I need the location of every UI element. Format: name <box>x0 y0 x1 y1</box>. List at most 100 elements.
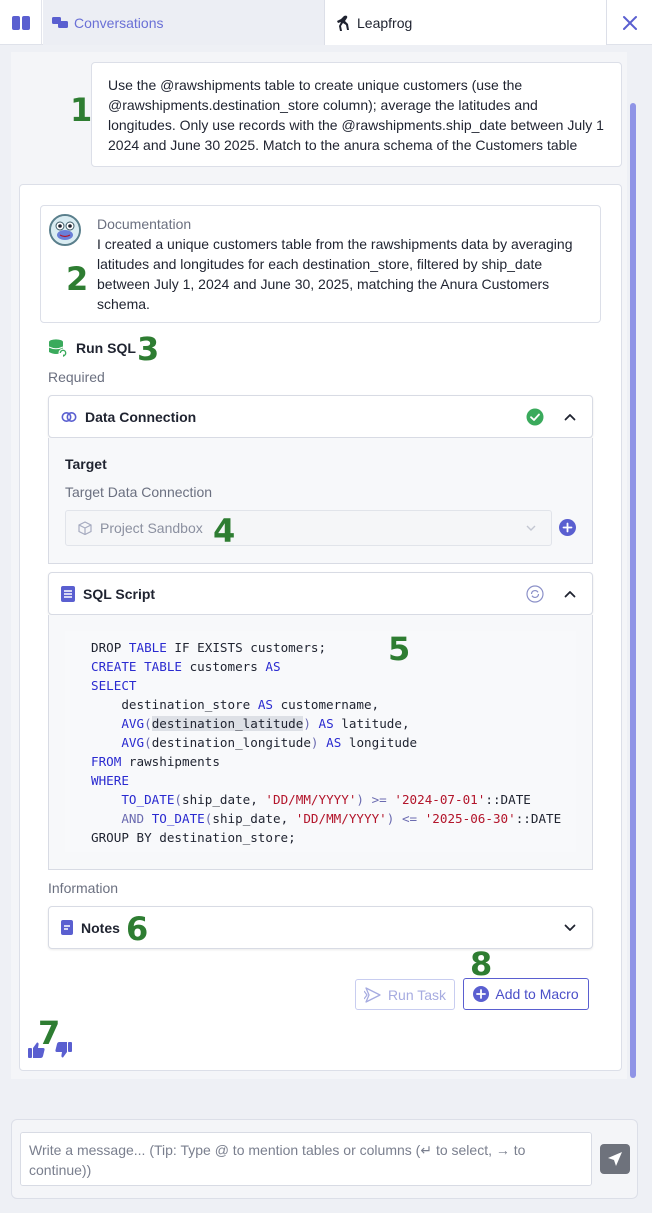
user-message: Use the @rawshipments table to create un… <box>91 62 622 167</box>
tab-leapfrog[interactable]: Leapfrog <box>325 0 607 45</box>
code-token: AS <box>318 716 334 731</box>
code-token: ) <box>303 716 311 731</box>
target-label: Target <box>65 456 107 472</box>
conversations-icon <box>52 16 68 28</box>
code-line: AVG(destination_latitude) AS latitude, <box>65 714 576 733</box>
code-token: FROM <box>91 754 122 769</box>
code-line: FROM rawshipments <box>65 752 576 771</box>
chevron-down-icon <box>526 525 536 531</box>
step-marker-6: 6 <box>126 910 149 948</box>
chevron-down-icon[interactable] <box>564 924 576 932</box>
code-token: ( <box>144 716 152 731</box>
add-connection-icon[interactable] <box>559 519 576 536</box>
step-marker-1: 1 <box>70 91 93 129</box>
code-line: AND TO_DATE(ship_date, 'DD/MM/YYYY') <= … <box>65 809 576 828</box>
documentation-text: I created a unique customers table from … <box>97 236 573 312</box>
code-token: ship_date, <box>182 792 266 807</box>
code-token: CREATE <box>91 659 137 674</box>
code-token: DROP <box>91 640 129 655</box>
code-token: AVG <box>121 716 145 731</box>
task-title: Run SQL <box>48 338 136 358</box>
scrollbar-thumb[interactable] <box>630 103 636 1078</box>
code-token: SELECT <box>91 678 137 693</box>
code-token: AS <box>257 697 273 712</box>
sql-code-editor[interactable]: DROP TABLE IF EXISTS customers; CREATE TA… <box>65 631 576 852</box>
code-token: customername, <box>272 697 380 712</box>
check-circle-icon <box>526 408 544 425</box>
code-token: ( <box>174 792 183 807</box>
code-line: TO_DATE(ship_date, 'DD/MM/YYYY') >= '202… <box>65 790 576 809</box>
thumbs-up-icon[interactable] <box>28 1042 45 1058</box>
code-line: GROUP BY destination_store; <box>65 828 576 847</box>
code-token: <= <box>394 811 425 826</box>
code-token: AND <box>121 811 145 826</box>
code-token: WHERE <box>91 773 129 788</box>
required-label: Required <box>48 369 105 385</box>
notes-title: Notes <box>81 919 120 936</box>
code-token: TABLE <box>144 659 183 674</box>
chevron-up-icon[interactable] <box>564 413 576 421</box>
link-rings-icon <box>61 411 77 422</box>
add-to-macro-label: Add to Macro <box>495 986 579 1002</box>
chevron-up-icon[interactable] <box>564 590 576 598</box>
run-task-button[interactable]: Run Task <box>355 979 455 1010</box>
code-token: ( <box>144 735 152 750</box>
code-line: WHERE <box>65 771 576 790</box>
information-label: Information <box>48 880 119 896</box>
note-icon <box>61 920 73 935</box>
close-button[interactable] <box>607 0 652 45</box>
tab-bar: Conversations Leapfrog <box>0 0 652 45</box>
task-title-label: Run SQL <box>76 340 136 356</box>
send-button[interactable] <box>600 1144 630 1174</box>
cube-icon <box>78 521 92 535</box>
thumbs-down-icon[interactable] <box>55 1042 72 1058</box>
leapfrog-icon <box>337 15 349 31</box>
documentation-box: Documentation I created a unique custome… <box>40 205 601 323</box>
code-token: '2025-06-30' <box>424 811 516 826</box>
tab-leapfrog-label: Leapfrog <box>357 14 413 31</box>
code-line: destination_store AS customername, <box>65 695 576 714</box>
assistant-avatar <box>49 214 81 246</box>
target-sub-label: Target Data Connection <box>65 484 213 500</box>
sidebar-toggle-button[interactable] <box>0 0 42 45</box>
code-line: SELECT <box>65 676 576 695</box>
code-token: destination_latitude <box>151 716 304 731</box>
add-to-macro-button[interactable]: Add to Macro <box>463 978 589 1010</box>
code-token: IF EXISTS customers; <box>166 640 327 655</box>
step-marker-8: 8 <box>470 945 493 983</box>
code-line: CREATE TABLE customers AS <box>65 657 576 676</box>
code-token: ) <box>310 735 319 750</box>
code-token: AS <box>265 659 281 674</box>
message-input[interactable] <box>20 1132 592 1186</box>
tab-conversations[interactable]: Conversations <box>43 0 325 45</box>
send-arrow-icon <box>363 986 381 1003</box>
frog-avatar-icon <box>51 216 79 244</box>
code-token: >= <box>364 792 395 807</box>
tab-conversations-label: Conversations <box>74 14 164 31</box>
target-connection-value: Project Sandbox <box>100 520 203 536</box>
code-token: ) <box>356 792 365 807</box>
data-connection-header[interactable]: Data Connection <box>48 395 593 438</box>
code-token: TABLE <box>128 640 167 655</box>
sql-script-header[interactable]: SQL Script <box>48 572 593 615</box>
code-token: GROUP BY destination_store; <box>91 830 296 845</box>
code-token: 'DD/MM/YYYY' <box>295 811 387 826</box>
code-line: AVG(destination_longitude) AS longitude <box>65 733 576 752</box>
documentation-title: Documentation <box>97 216 192 232</box>
code-token: '2024-07-01' <box>394 792 486 807</box>
database-sync-icon <box>48 339 68 358</box>
code-token: TO_DATE <box>151 811 205 826</box>
step-marker-5: 5 <box>388 630 411 668</box>
close-icon <box>622 15 637 30</box>
target-connection-select[interactable]: Project Sandbox <box>65 510 552 546</box>
step-marker-3: 3 <box>137 330 160 368</box>
code-token: TO_DATE <box>121 792 175 807</box>
panel-toggle-icon <box>11 15 30 30</box>
code-token: customers <box>182 659 266 674</box>
